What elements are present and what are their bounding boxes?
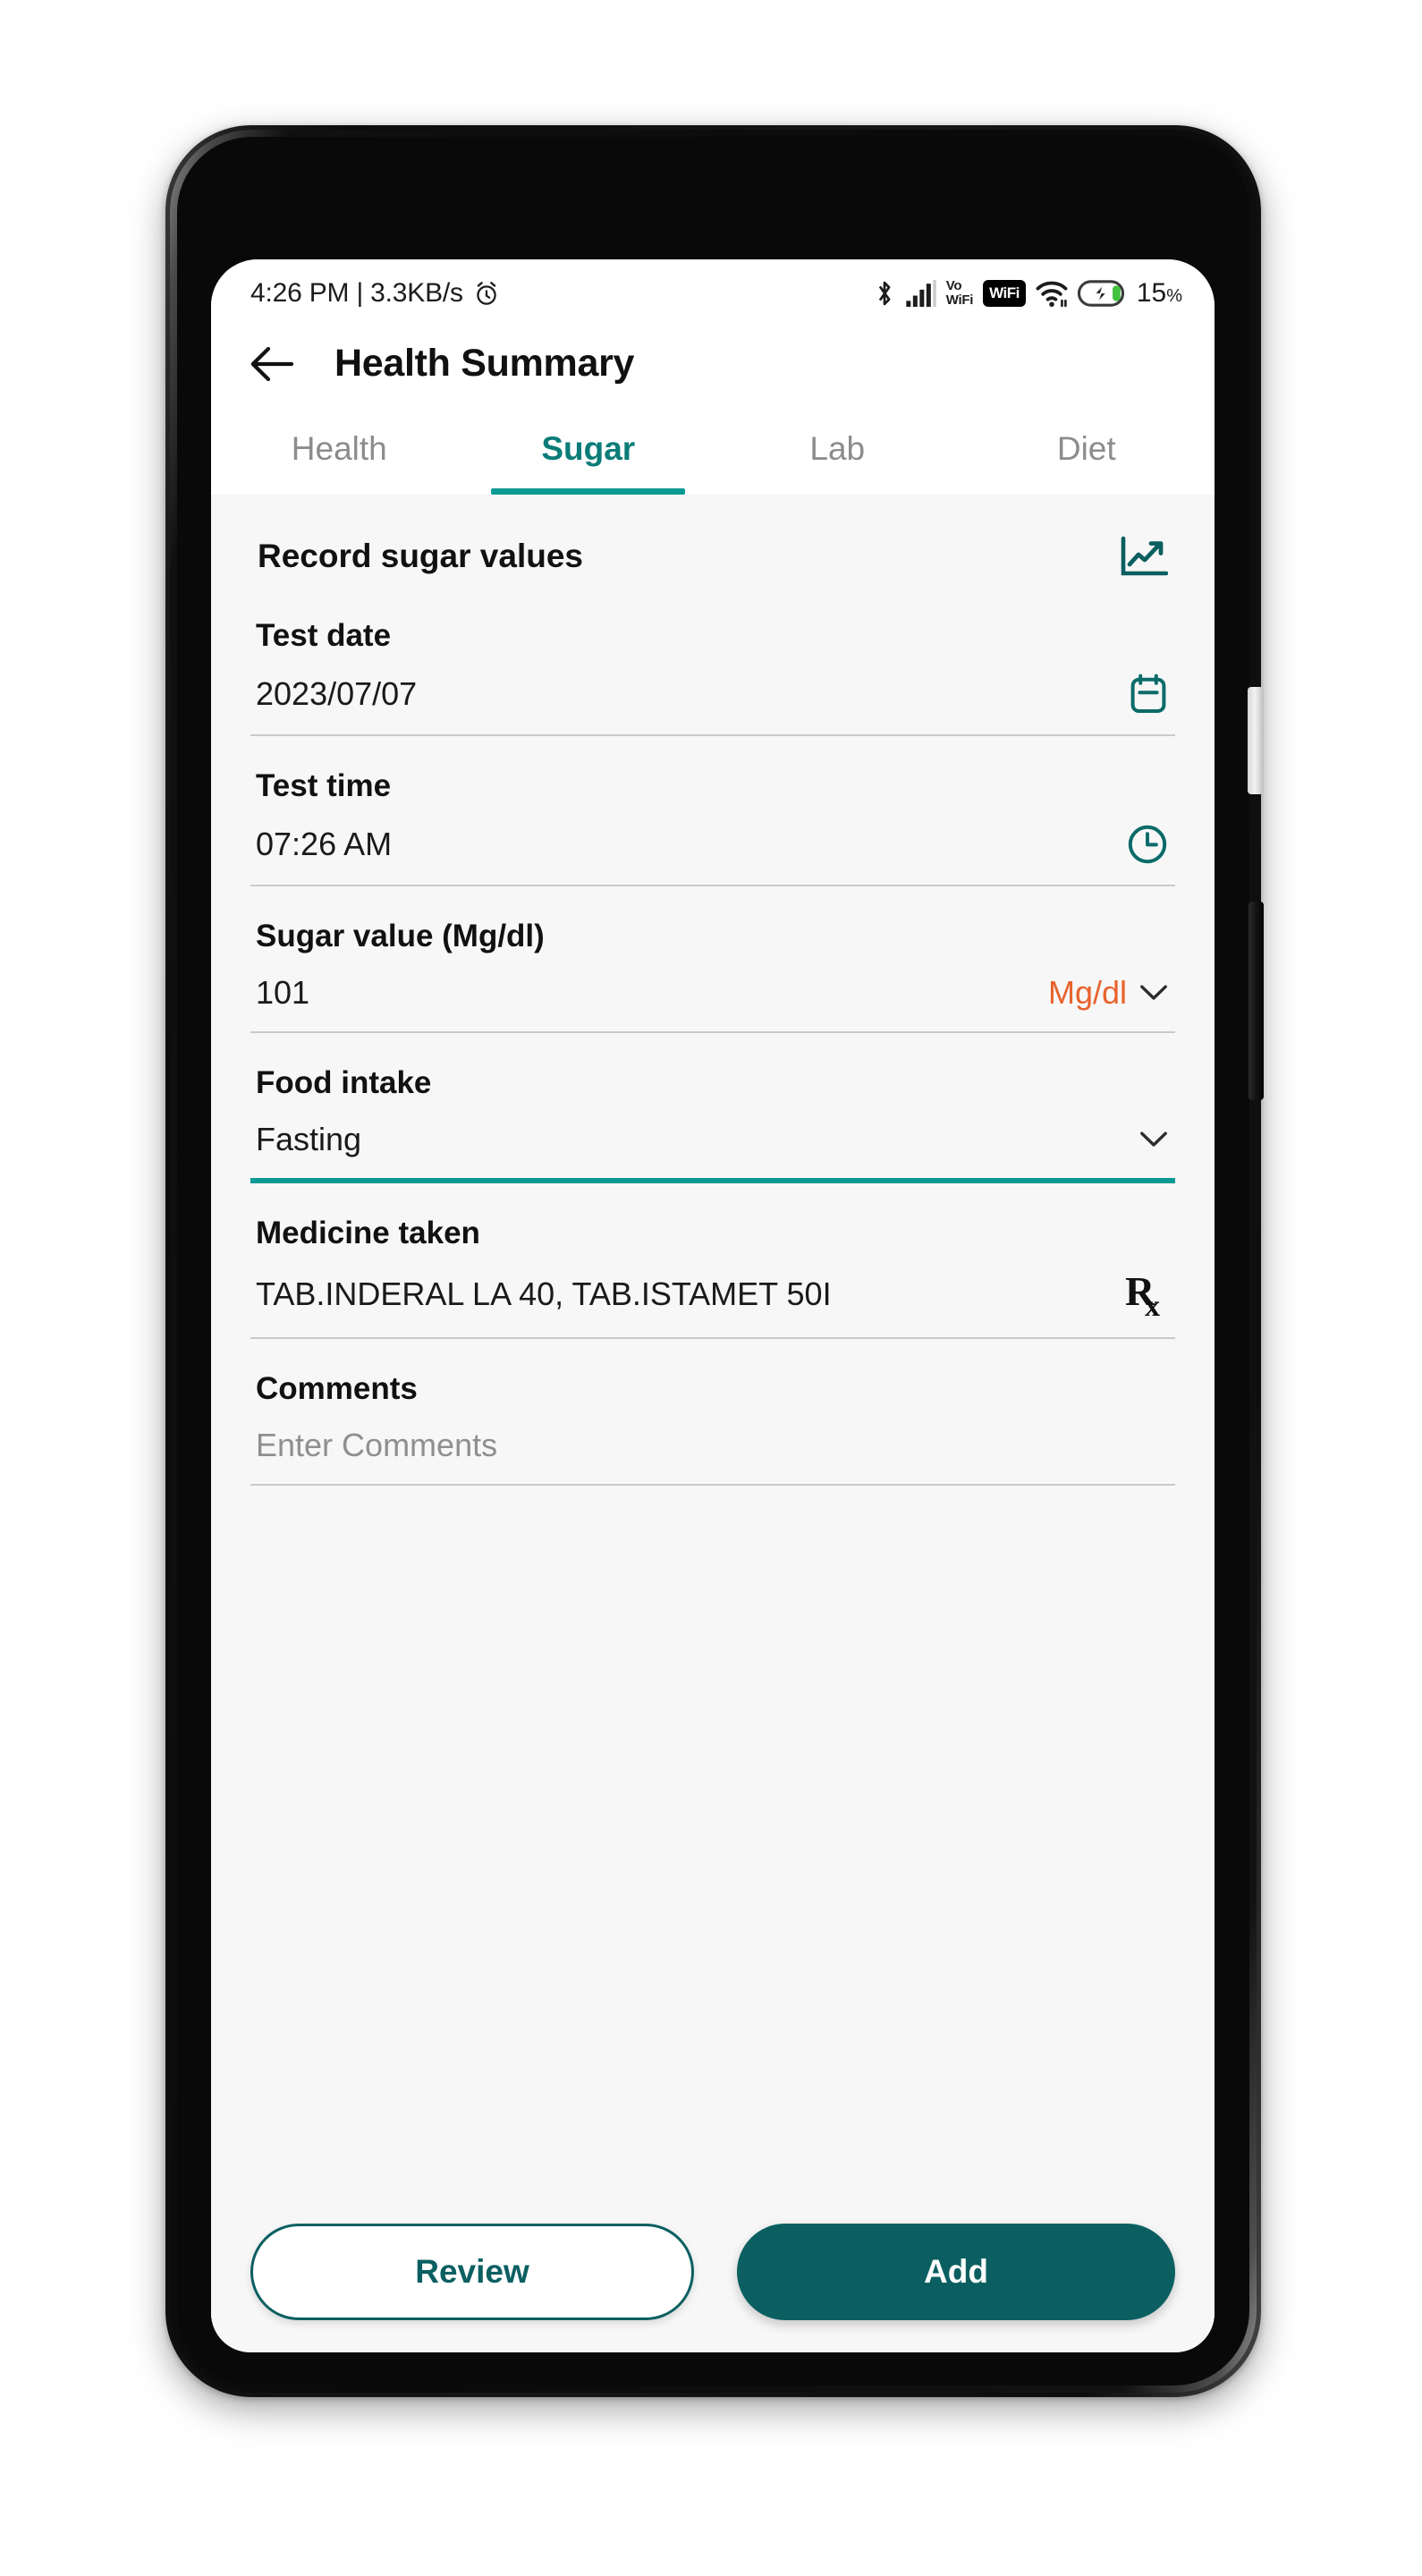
test-date-value[interactable]: 2023/07/07 <box>256 675 417 713</box>
sugar-form-content: Record sugar values Test date 2023/07/07… <box>211 495 1215 2352</box>
back-arrow-icon[interactable] <box>249 343 295 385</box>
bluetooth-icon <box>878 281 891 306</box>
status-bar-left: 4:26 PM | 3.3KB/s <box>250 278 501 309</box>
test-date-row[interactable]: 2023/07/07 <box>250 654 1175 736</box>
sugar-value-row[interactable]: 101 Mg/dl <box>250 954 1175 1033</box>
alarm-icon <box>477 282 496 305</box>
wifi-calling-badge-icon: WiFi <box>983 280 1026 307</box>
comments-row[interactable]: Enter Comments <box>250 1407 1175 1486</box>
cellular-signal-icon <box>906 280 936 307</box>
svg-text:x: x <box>1145 1290 1160 1318</box>
status-time-and-network-speed: 4:26 PM | 3.3KB/s <box>250 278 463 308</box>
field-sugar-value: Sugar value (Mg/dl) 101 Mg/dl <box>250 886 1175 1033</box>
comments-label: Comments <box>256 1371 418 1406</box>
tab-bar: Health Sugar Lab Diet <box>211 407 1215 495</box>
status-bar-right: Vo WiFi WiFi 15% <box>873 278 1182 309</box>
sugar-unit-dropdown[interactable]: Mg/dl <box>1048 974 1168 1012</box>
chevron-down-icon <box>1140 985 1167 1000</box>
test-time-label: Test time <box>256 768 392 803</box>
page-title: Health Summary <box>334 342 635 385</box>
review-button[interactable]: Review <box>250 2224 694 2320</box>
tab-sugar[interactable]: Sugar <box>464 407 714 495</box>
status-bar: 4:26 PM | 3.3KB/s Vo WiFi WiFi 15% <box>211 259 1215 327</box>
medicine-taken-label: Medicine taken <box>256 1216 480 1250</box>
food-intake-label: Food intake <box>256 1065 432 1100</box>
wifi-label: WiFi <box>945 292 974 308</box>
sugar-value-label: Sugar value (Mg/dl) <box>256 919 545 953</box>
volume-rocker-button[interactable] <box>1248 902 1264 1100</box>
field-food-intake: Food intake Fasting <box>250 1033 1175 1183</box>
calendar-icon[interactable] <box>1129 674 1168 715</box>
medicine-taken-value[interactable]: TAB.INDERAL LA 40, TAB.ISTAMET 50I <box>256 1275 832 1313</box>
action-button-bar: Review Add <box>211 2224 1215 2320</box>
clock-icon[interactable] <box>1127 824 1168 865</box>
app-bar: Health Summary <box>211 327 1215 407</box>
test-date-label: Test date <box>256 618 392 653</box>
field-test-time: Test time 07:26 AM <box>250 736 1175 886</box>
record-sugar-header: Record sugar values <box>250 495 1175 586</box>
medicine-taken-row[interactable]: TAB.INDERAL LA 40, TAB.ISTAMET 50I R x <box>250 1251 1175 1339</box>
tab-lab[interactable]: Lab <box>713 407 962 495</box>
tab-health[interactable]: Health <box>215 407 464 495</box>
tab-diet[interactable]: Diet <box>962 407 1212 495</box>
phone-screen: 4:26 PM | 3.3KB/s Vo WiFi WiFi 15% Healt… <box>211 259 1215 2352</box>
record-sugar-title: Record sugar values <box>258 538 583 574</box>
rx-prescription-icon[interactable]: R x <box>1125 1271 1168 1318</box>
add-button[interactable]: Add <box>737 2224 1175 2320</box>
vo-label: Vo <box>945 278 962 293</box>
wifi-icon <box>1036 281 1068 308</box>
test-time-value[interactable]: 07:26 AM <box>256 826 392 863</box>
food-intake-value[interactable]: Fasting <box>256 1121 361 1158</box>
comments-input[interactable]: Enter Comments <box>256 1427 497 1464</box>
field-test-date: Test date 2023/07/07 <box>250 586 1175 736</box>
power-button[interactable] <box>1248 687 1264 794</box>
battery-percent-label: 15% <box>1136 278 1182 308</box>
battery-charging-icon <box>1077 280 1124 307</box>
chevron-down-icon[interactable] <box>1139 1131 1168 1148</box>
sugar-unit-label: Mg/dl <box>1047 974 1127 1011</box>
sugar-value-input[interactable]: 101 <box>256 974 309 1012</box>
volte-wifi-calling-icon: Vo WiFi <box>945 278 974 308</box>
test-time-row[interactable]: 07:26 AM <box>250 804 1175 886</box>
field-comments: Comments Enter Comments <box>250 1339 1175 1486</box>
trending-up-chart-icon[interactable] <box>1120 536 1168 577</box>
food-intake-row[interactable]: Fasting <box>250 1101 1175 1183</box>
field-medicine-taken: Medicine taken TAB.INDERAL LA 40, TAB.IS… <box>250 1183 1175 1339</box>
